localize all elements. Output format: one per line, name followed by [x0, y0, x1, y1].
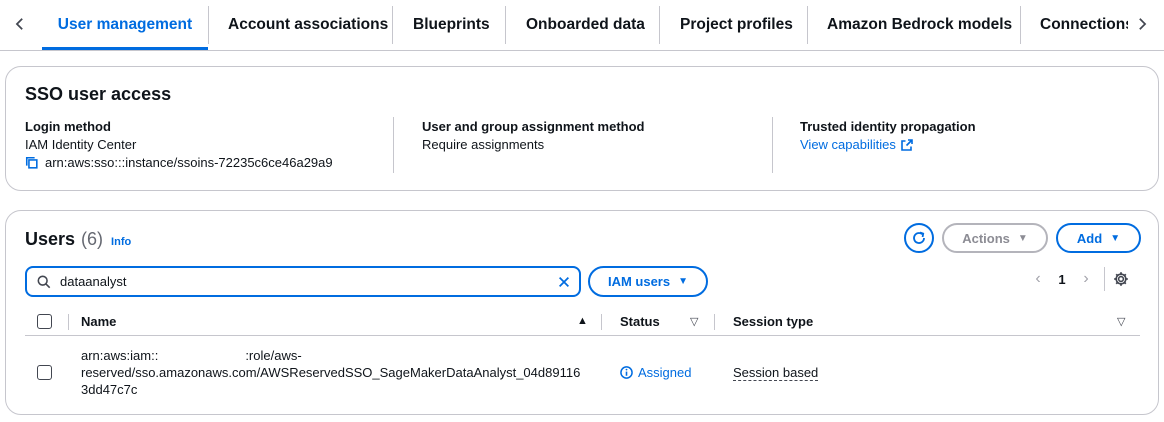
assignment-method-label: User and group assignment method	[422, 119, 645, 134]
chevron-right-icon	[1139, 18, 1147, 30]
user-arn-line2: reserved/sso.amazonaws.com/AWSReservedSS…	[81, 365, 581, 380]
sort-icon[interactable]: ▽	[690, 306, 698, 336]
search-icon	[37, 275, 51, 288]
search-box	[25, 266, 581, 297]
sort-icon[interactable]: ▽	[1117, 306, 1125, 336]
user-arn-line1: arn:aws:iam:::role/aws-	[81, 347, 591, 364]
tab-divider	[392, 6, 393, 44]
session-type-value[interactable]: Session based	[733, 365, 819, 381]
refresh-icon	[913, 231, 925, 244]
instance-arn-text: arn:aws:sso:::instance/ssoins-72235c6ce4…	[45, 155, 333, 170]
tab-divider	[208, 6, 209, 44]
login-method-value: IAM Identity Center	[25, 137, 137, 152]
iam-users-filter-button[interactable]: IAM users ▼	[588, 266, 708, 297]
external-link-icon	[901, 138, 913, 151]
assignment-method-column: User and group assignment method Require…	[422, 118, 644, 153]
status-badge: Assigned	[620, 364, 691, 381]
info-link[interactable]: Info	[111, 236, 131, 248]
copy-icon[interactable]	[25, 156, 39, 170]
tab-scroll-left-button[interactable]	[0, 0, 40, 48]
column-header-status[interactable]: Status	[620, 306, 660, 336]
tab-user-management[interactable]: User management	[42, 0, 208, 50]
user-name-cell: arn:aws:iam:::role/aws- reserved/sso.ama…	[81, 347, 591, 398]
tab-project-profiles[interactable]: Project profiles	[680, 0, 793, 50]
tab-blueprints[interactable]: Blueprints	[413, 0, 490, 50]
column-divider	[68, 314, 69, 330]
tab-divider	[505, 6, 506, 44]
refresh-button[interactable]	[904, 223, 934, 253]
tab-divider	[659, 6, 660, 44]
table-row: arn:aws:iam:::role/aws- reserved/sso.ama…	[25, 339, 1140, 401]
user-arn-line3: 3dd47c7c	[81, 382, 138, 397]
tab-scroll-right-button[interactable]	[1122, 0, 1162, 48]
column-divider	[393, 117, 394, 173]
status-text: Assigned	[638, 365, 692, 380]
tab-amazon-bedrock-models[interactable]: Amazon Bedrock models	[827, 0, 1012, 50]
users-title: Users	[25, 229, 76, 249]
login-method-column: Login method IAM Identity Center arn:aws…	[25, 118, 333, 171]
tab-onboarded-data[interactable]: Onboarded data	[526, 0, 645, 50]
user-arn-prefix: arn:aws:iam::	[81, 348, 159, 363]
select-all-cell	[37, 306, 52, 336]
tab-connections[interactable]: Connections	[1040, 0, 1128, 50]
chevron-left-icon	[15, 18, 23, 30]
sort-ascending-icon[interactable]: ▲	[577, 306, 588, 336]
view-capabilities-text: View capabilities	[800, 137, 896, 152]
previous-page-button[interactable]: ‹	[1026, 270, 1050, 288]
tab-bar: User management Account associations Blu…	[0, 0, 1164, 51]
table-header: Name ▲ Status ▽ Session type ▽	[25, 306, 1140, 336]
settings-gear-icon[interactable]	[1113, 271, 1129, 287]
actions-label: Actions	[962, 230, 1010, 246]
add-button[interactable]: Add ▼	[1056, 223, 1141, 253]
users-heading: Users (6) Info	[25, 229, 131, 250]
caret-down-icon: ▼	[1017, 232, 1028, 244]
login-method-label: Login method	[25, 119, 111, 134]
instance-arn: arn:aws:sso:::instance/ssoins-72235c6ce4…	[25, 154, 333, 171]
filter-label: IAM users	[607, 274, 671, 289]
tab-divider	[807, 6, 808, 44]
select-all-checkbox[interactable]	[37, 313, 52, 329]
info-status-icon	[620, 366, 633, 379]
column-header-name[interactable]: Name	[81, 306, 116, 336]
tab-account-associations[interactable]: Account associations	[228, 0, 388, 50]
current-page[interactable]: 1	[1050, 272, 1074, 287]
search-input[interactable]	[60, 274, 548, 289]
sso-user-access-panel: SSO user access Login method IAM Identit…	[5, 66, 1159, 191]
assignment-method-value: Require assignments	[422, 137, 545, 152]
users-count: (6)	[81, 229, 104, 249]
column-header-session-type[interactable]: Session type	[733, 306, 813, 336]
users-panel: Users (6) Info Actions ▼ Add ▼ IAM users…	[5, 210, 1159, 415]
sso-panel-title: SSO user access	[25, 84, 172, 104]
pagination-divider	[1104, 267, 1105, 291]
column-divider	[601, 314, 602, 330]
row-checkbox[interactable]	[37, 365, 52, 380]
column-divider	[772, 117, 773, 173]
actions-button[interactable]: Actions ▼	[942, 223, 1048, 253]
identity-propagation-column: Trusted identity propagation View capabi…	[800, 118, 976, 153]
pagination: ‹ 1 ›	[1026, 266, 1129, 292]
identity-propagation-label: Trusted identity propagation	[800, 119, 976, 134]
next-page-button[interactable]: ›	[1074, 270, 1098, 288]
caret-down-icon: ▼	[1110, 232, 1121, 244]
session-type-cell: Session based	[733, 364, 819, 381]
column-divider	[714, 314, 715, 330]
add-label: Add	[1076, 230, 1103, 246]
user-arn-role: :role/aws-	[245, 348, 302, 363]
row-select-cell	[37, 365, 52, 380]
caret-down-icon: ▼	[678, 276, 689, 287]
tab-divider	[1020, 6, 1021, 44]
clear-icon[interactable]	[557, 275, 571, 289]
view-capabilities-link[interactable]: View capabilities	[800, 136, 913, 153]
